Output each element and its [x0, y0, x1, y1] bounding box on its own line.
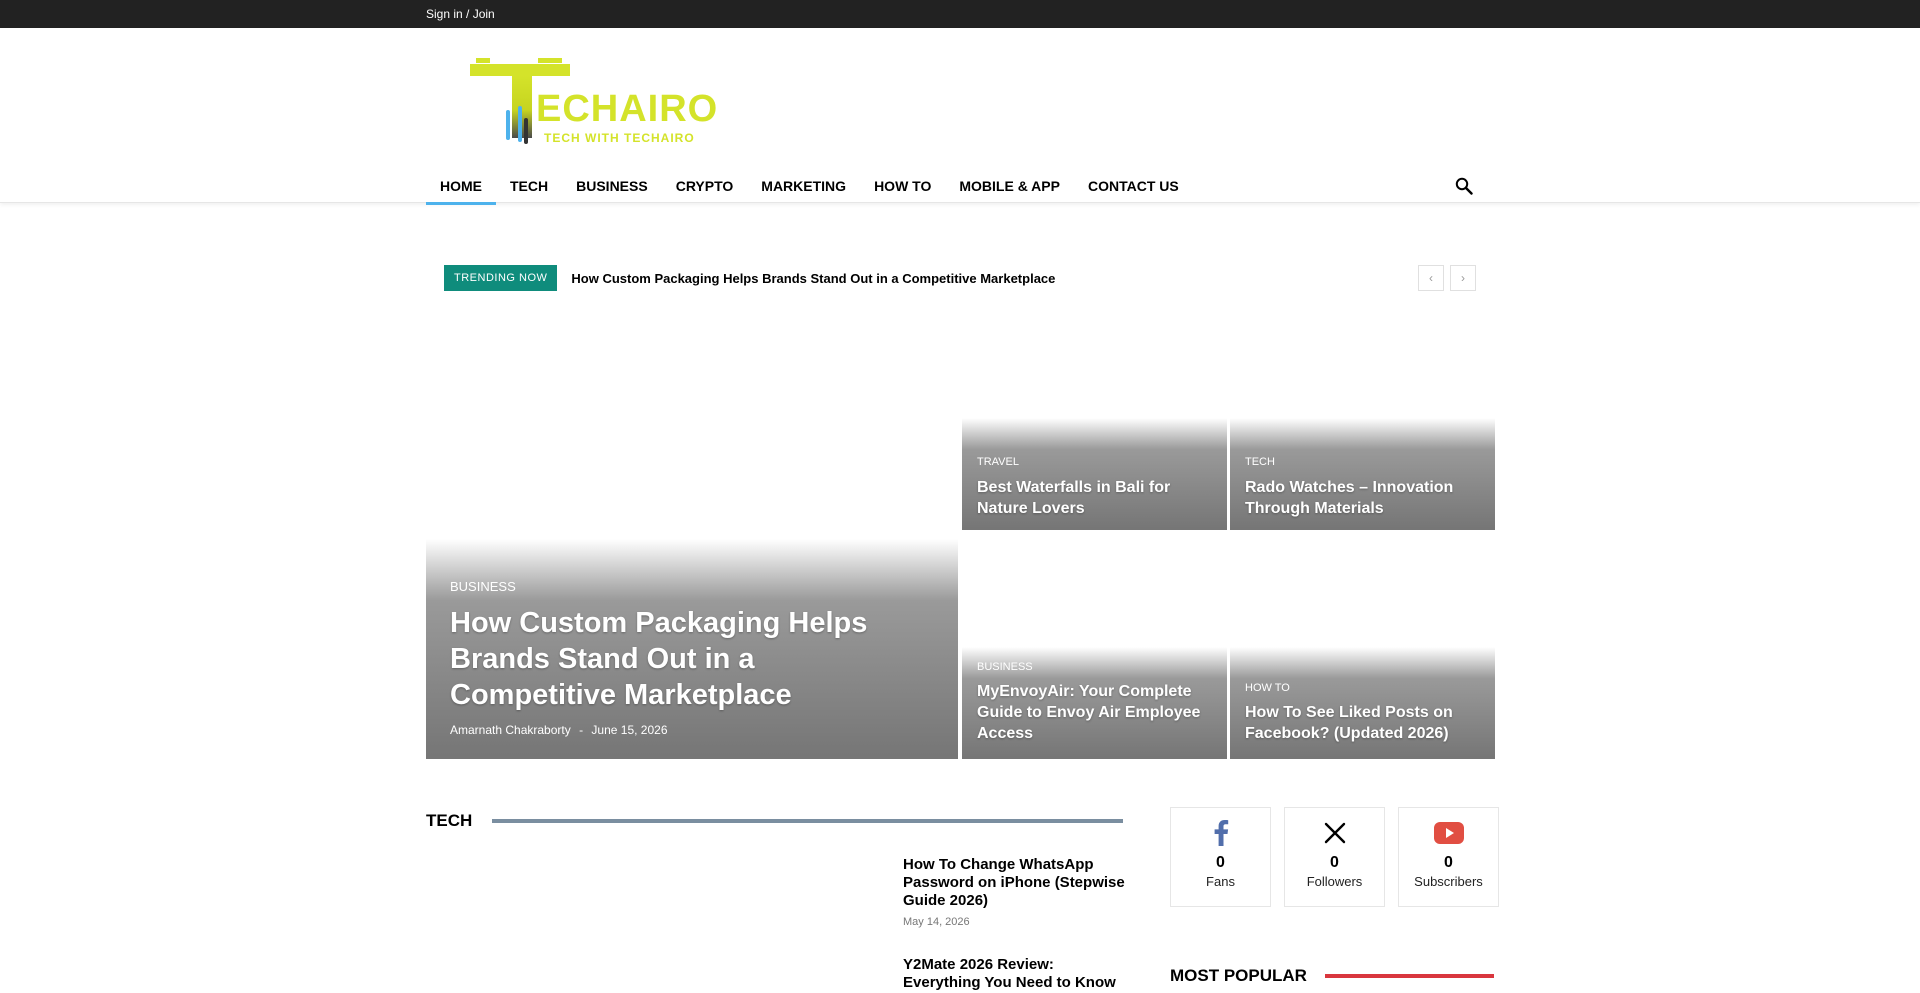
facebook-count: 0	[1216, 854, 1225, 871]
featured-big-post[interactable]: BUSINESS How Custom Packaging Helps Bran…	[426, 305, 958, 759]
sign-in-link[interactable]: Sign in / Join	[426, 0, 495, 28]
featured-tile-3-category[interactable]: BUSINESS	[977, 661, 1033, 673]
search-icon	[1455, 177, 1473, 195]
tech-post-1: How To Change WhatsApp Password on iPhon…	[903, 856, 1133, 928]
site-logo[interactable]: ECHAIRO TECH WITH TECHAIRO	[468, 58, 728, 148]
featured-tile-3-title[interactable]: MyEnvoyAir: Your Complete Guide to Envoy…	[977, 681, 1215, 744]
tech-post-2-title[interactable]: Y2Mate 2026 Review: Everything You Need …	[903, 956, 1133, 992]
tech-section-header: TECH	[426, 808, 1123, 834]
trending-title-link[interactable]: How Custom Packaging Helps Brands Stand …	[571, 271, 1055, 286]
most-popular-title: MOST POPULAR	[1170, 966, 1307, 985]
nav-item-mobile-app[interactable]: MOBILE & APP	[945, 168, 1074, 204]
featured-tile-1-title[interactable]: Best Waterfalls in Bali for Nature Lover…	[977, 477, 1215, 519]
logo-tagline: TECH WITH TECHAIRO	[544, 131, 695, 145]
nav-item-tech[interactable]: TECH	[496, 168, 562, 204]
tech-post-1-title[interactable]: How To Change WhatsApp Password on iPhon…	[903, 856, 1133, 910]
techairo-logo-icon: ECHAIRO TECH WITH TECHAIRO	[470, 58, 718, 145]
tech-post-1-date: May 14, 2026	[903, 916, 970, 928]
featured-tile-4[interactable]: HOW TO How To See Liked Posts on Faceboo…	[1230, 534, 1495, 759]
featured-big-meta: Amarnath Chakraborty - June 15, 2026	[450, 723, 668, 737]
nav-item-contact-us[interactable]: CONTACT US	[1074, 168, 1193, 204]
search-button[interactable]	[1446, 168, 1482, 204]
trending-next-button[interactable]: ›	[1450, 265, 1476, 291]
facebook-icon	[1171, 818, 1270, 848]
chevron-right-icon: ›	[1461, 271, 1465, 285]
most-popular-divider	[1324, 974, 1494, 978]
featured-grid: BUSINESS How Custom Packaging Helps Bran…	[426, 305, 1495, 759]
youtube-count: 0	[1444, 854, 1453, 871]
logo-wordmark: ECHAIRO	[536, 88, 718, 130]
social-youtube[interactable]: 0 Subscribers	[1398, 807, 1499, 907]
featured-tile-1[interactable]: TRAVEL Best Waterfalls in Bali for Natur…	[962, 305, 1227, 530]
featured-tile-2[interactable]: TECH Rado Watches – Innovation Through M…	[1230, 305, 1495, 530]
tech-section: TECH How To Change WhatsApp Password on …	[426, 808, 1125, 991]
featured-tile-2-title[interactable]: Rado Watches – Innovation Through Materi…	[1245, 477, 1483, 519]
top-bar: Sign in / Join	[0, 0, 1920, 28]
featured-tile-2-category[interactable]: TECH	[1245, 456, 1275, 468]
social-facebook[interactable]: 0 Fans	[1170, 807, 1271, 907]
main-nav: HOME TECH BUSINESS CRYPTO MARKETING HOW …	[426, 168, 1193, 205]
nav-item-crypto[interactable]: CRYPTO	[662, 168, 748, 204]
nav-item-marketing[interactable]: MARKETING	[747, 168, 860, 204]
x-label: Followers	[1306, 874, 1363, 889]
featured-big-category[interactable]: BUSINESS	[450, 579, 516, 594]
social-x[interactable]: 0 Followers	[1284, 807, 1385, 907]
trending-arrows: ‹ ›	[1418, 265, 1476, 291]
tech-post-2: Y2Mate 2026 Review: Everything You Need …	[903, 956, 1133, 992]
tech-section-title[interactable]: TECH	[426, 811, 472, 831]
featured-big-author[interactable]: Amarnath Chakraborty	[450, 723, 571, 737]
featured-big-date: June 15, 2026	[591, 723, 668, 737]
social-counters: 0 Fans 0 Followers 0 Subscribers	[1170, 807, 1499, 907]
featured-tile-4-title[interactable]: How To See Liked Posts on Facebook? (Upd…	[1245, 702, 1483, 744]
featured-tile-3[interactable]: BUSINESS MyEnvoyAir: Your Complete Guide…	[962, 534, 1227, 759]
chevron-left-icon: ‹	[1429, 271, 1433, 285]
site-header: ECHAIRO TECH WITH TECHAIRO HOME TECH BUS…	[0, 28, 1920, 205]
trending-badge: TRENDING NOW	[444, 265, 558, 291]
x-icon	[1285, 818, 1384, 848]
youtube-icon	[1399, 818, 1498, 848]
nav-item-business[interactable]: BUSINESS	[562, 168, 662, 204]
nav-item-how-to[interactable]: HOW TO	[860, 168, 945, 204]
featured-tile-4-category[interactable]: HOW TO	[1245, 682, 1290, 694]
youtube-label: Subscribers	[1414, 874, 1483, 889]
most-popular-header: MOST POPULAR	[1170, 966, 1494, 986]
trending-prev-button[interactable]: ‹	[1418, 265, 1444, 291]
featured-tile-1-category[interactable]: TRAVEL	[977, 456, 1019, 468]
facebook-label: Fans	[1206, 874, 1235, 889]
trending-bar: TRENDING NOW How Custom Packaging Helps …	[444, 265, 1476, 291]
x-count: 0	[1330, 854, 1339, 871]
tech-section-divider	[492, 819, 1123, 823]
nav-item-home[interactable]: HOME	[426, 168, 496, 205]
meta-separator: -	[579, 723, 584, 737]
featured-big-title[interactable]: How Custom Packaging Helps Brands Stand …	[450, 605, 898, 713]
